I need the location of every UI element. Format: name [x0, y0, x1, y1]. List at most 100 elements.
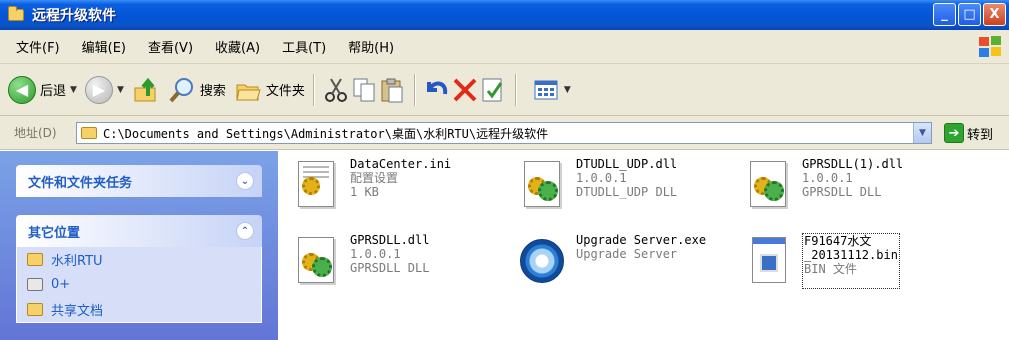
go-arrow-icon: ➔ [944, 123, 964, 143]
file-name: GPRSDLL(1).dll [802, 157, 904, 171]
file-description: GPRSDLL DLL [802, 185, 882, 199]
file-version: 1.0.0.1 [576, 171, 627, 185]
file-label-selected: F91647水文 _20131112.bin BIN 文件 [802, 233, 900, 289]
folders-label: 文件夹 [265, 84, 305, 99]
other-place-label: 水利RTU [51, 254, 103, 269]
file-item[interactable]: DTUDLL_UDP.dll 1.0.0.1 DTUDLL_UDP DLL [514, 157, 677, 213]
paste-icon[interactable] [378, 76, 406, 104]
folders-icon [236, 84, 261, 100]
globe-exe-icon [514, 233, 570, 289]
chevron-down-icon[interactable]: ▼ [564, 85, 571, 95]
file-folder-tasks-title: 文件和文件夹任务 [28, 175, 133, 191]
other-places-list: 水利RTU 0+ 共享文档 [16, 247, 262, 323]
menu-bar: 文件(F) 编辑(E) 查看(V) 收藏(A) 工具(T) 帮助(H) [0, 30, 1009, 64]
search-button[interactable]: 搜索 [168, 76, 226, 104]
file-type: BIN 文件 [804, 262, 857, 276]
toolbar: ◀ 后退 ▼ ▶ ▼ 搜索 文件夹 ▼ [0, 64, 1009, 116]
other-place-drive[interactable]: 0+ [17, 272, 261, 297]
address-bar: 地址(D) C:\Documents and Settings\Administ… [0, 116, 1009, 150]
windows-logo-icon [979, 36, 1001, 57]
folder-icon [8, 6, 24, 21]
chevron-down-icon[interactable]: ▼ [70, 85, 77, 95]
file-item[interactable]: GPRSDLL(1).dll 1.0.0.1 GPRSDLL DLL [740, 157, 903, 213]
dll-icon [740, 157, 796, 213]
copy-icon[interactable] [350, 76, 378, 104]
close-button[interactable]: X [983, 3, 1006, 26]
drive-icon [27, 278, 43, 291]
bin-file-icon [740, 233, 796, 289]
go-button[interactable]: ➔ 转到 [944, 123, 993, 143]
file-type: 配置设置 [350, 171, 399, 185]
other-place-shuili-rtu[interactable]: 水利RTU [17, 247, 261, 272]
file-item[interactable]: GPRSDLL.dll 1.0.0.1 GPRSDLL DLL [288, 233, 429, 289]
file-description: Upgrade Server [576, 247, 678, 261]
search-label: 搜索 [199, 84, 226, 99]
views-icon [534, 80, 558, 99]
minimize-button[interactable]: _ [933, 3, 956, 26]
menu-favorites[interactable]: 收藏(A) [204, 37, 271, 56]
file-item-selected[interactable]: F91647水文 _20131112.bin BIN 文件 [740, 233, 900, 289]
file-item[interactable]: DataCenter.ini 配置设置 1 KB [288, 157, 451, 213]
forward-button[interactable]: ▶ ▼ [84, 75, 124, 104]
menu-help[interactable]: 帮助(H) [337, 37, 405, 56]
file-name: DTUDLL_UDP.dll [576, 157, 678, 171]
undo-icon[interactable] [423, 76, 451, 104]
toolbar-separator [514, 73, 516, 106]
file-version: 1.0.0.1 [802, 171, 853, 185]
other-place-label: 0+ [51, 277, 71, 292]
task-pane: 文件和文件夹任务 ⌄ 其它位置 ⌃ 水利RTU 0+ 共享文档 [0, 151, 278, 340]
title-bar[interactable]: 远程升级软件 _ □ X [0, 0, 1009, 30]
forward-arrow-icon: ▶ [84, 75, 113, 104]
menu-tools[interactable]: 工具(T) [271, 37, 337, 56]
config-settings-icon [288, 157, 344, 213]
search-icon [169, 77, 193, 102]
other-places-title: 其它位置 [28, 225, 81, 241]
address-path[interactable]: C:\Documents and Settings\Administrator\… [103, 125, 548, 142]
up-folder-button[interactable] [132, 76, 160, 104]
folder-icon [27, 303, 43, 316]
dll-icon [288, 233, 344, 289]
dll-icon [514, 157, 570, 213]
file-folder-tasks-header[interactable]: 文件和文件夹任务 ⌄ [16, 165, 262, 197]
collapse-icon[interactable]: ⌃ [236, 222, 254, 240]
window-title: 远程升级软件 [32, 8, 116, 24]
menu-file[interactable]: 文件(F) [0, 37, 71, 56]
file-size: 1 KB [350, 185, 379, 199]
menu-edit[interactable]: 编辑(E) [71, 37, 137, 56]
toolbar-separator [312, 73, 314, 106]
window-controls: _ □ X [933, 3, 1006, 26]
chevron-down-icon[interactable]: ▼ [913, 123, 931, 143]
other-places-panel: 其它位置 ⌃ 水利RTU 0+ 共享文档 [16, 215, 262, 323]
folder-icon [81, 127, 97, 139]
maximize-button[interactable]: □ [958, 3, 981, 26]
folder-icon [27, 253, 43, 266]
back-button[interactable]: ◀ 后退 ▼ [8, 75, 77, 104]
address-input[interactable]: C:\Documents and Settings\Administrator\… [76, 122, 932, 144]
toolbar-separator [413, 73, 415, 106]
expand-icon[interactable]: ⌄ [236, 172, 254, 190]
properties-icon[interactable] [479, 76, 507, 104]
file-name-cont: _20131112.bin [804, 248, 898, 262]
file-item[interactable]: Upgrade Server.exe Upgrade Server [514, 233, 706, 289]
cut-icon[interactable] [322, 76, 350, 104]
other-places-header[interactable]: 其它位置 ⌃ [16, 215, 262, 247]
folders-button[interactable]: 文件夹 [234, 76, 305, 104]
other-place-shared-docs[interactable]: 共享文档 [17, 297, 261, 322]
delete-icon[interactable] [451, 76, 479, 104]
menu-view[interactable]: 查看(V) [137, 37, 204, 56]
file-name: DataCenter.ini [350, 157, 452, 171]
views-button[interactable]: ▼ [532, 76, 571, 104]
file-description: GPRSDLL DLL [350, 261, 430, 275]
file-folder-tasks-panel: 文件和文件夹任务 ⌄ [16, 165, 262, 197]
file-name: F91647水文 [804, 234, 872, 248]
file-name: Upgrade Server.exe [576, 233, 707, 247]
file-list: DataCenter.ini 配置设置 1 KB DTUDLL_UDP.dll … [278, 151, 1009, 340]
chevron-down-icon[interactable]: ▼ [117, 85, 124, 95]
other-place-label: 共享文档 [51, 304, 104, 319]
file-name: GPRSDLL.dll [350, 233, 430, 247]
file-description: DTUDLL_UDP DLL [576, 185, 678, 199]
back-arrow-icon: ◀ [8, 75, 36, 104]
address-label: 地址(D) [14, 126, 57, 140]
up-folder-icon [134, 77, 156, 101]
go-label: 转到 [967, 127, 994, 143]
